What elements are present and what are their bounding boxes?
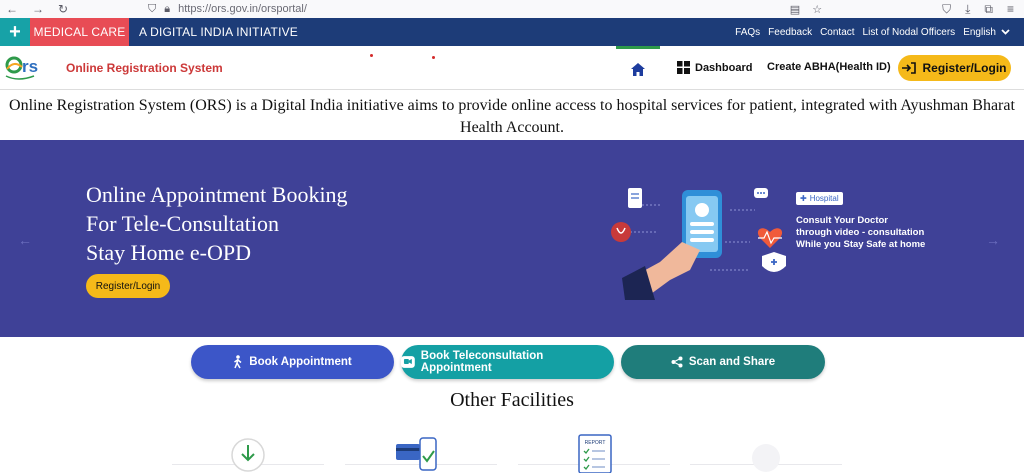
- chevron-down-icon: [1001, 29, 1010, 35]
- banner-register-button[interactable]: Register/Login: [86, 274, 170, 298]
- top-links: FAQs Feedback Contact List of Nodal Offi…: [735, 27, 1024, 38]
- consult-line-3: While you Stay Safe at home: [796, 239, 926, 250]
- banner-line-2: For Tele-Consultation: [86, 211, 279, 236]
- shield-icon: ⛉: [148, 2, 157, 15]
- scan-and-share-label: Scan and Share: [688, 356, 776, 368]
- home-icon: [631, 63, 645, 76]
- scan-and-share-button[interactable]: Scan and Share: [621, 345, 825, 379]
- card-payment-icon: [396, 437, 437, 471]
- address-bar[interactable]: ⛉ 🔒︎ https://ors.gov.in/orsportal/: [148, 3, 790, 16]
- decor-dot: [432, 56, 435, 59]
- contact-link[interactable]: Contact: [820, 27, 854, 38]
- walking-person-icon: [234, 355, 242, 369]
- nav-dashboard[interactable]: Dashboard: [677, 61, 752, 74]
- faqs-link[interactable]: FAQs: [735, 27, 760, 38]
- medical-care-tab[interactable]: MEDICAL CARE: [30, 18, 129, 46]
- nav-home[interactable]: [616, 46, 660, 90]
- forward-icon[interactable]: →: [32, 3, 44, 15]
- hospital-badge: ✚ Hospital: [796, 192, 843, 205]
- register-login-button[interactable]: Register/Login: [898, 55, 1011, 81]
- abha-label: Create ABHA(Health ID): [767, 61, 891, 73]
- video-call-icon: [401, 356, 415, 368]
- site-title: Online Registration System: [66, 61, 223, 75]
- hero-banner: ← Online Appointment Booking For Tele-Co…: [0, 140, 1024, 337]
- banner-heading: Online Appointment Booking For Tele-Cons…: [86, 180, 348, 267]
- hospital-icon: ✚: [800, 194, 807, 203]
- carousel-next-icon[interactable]: →: [986, 232, 1000, 248]
- register-login-label: Register/Login: [922, 61, 1007, 75]
- url-text[interactable]: https://ors.gov.in/orsportal/: [178, 3, 307, 15]
- language-label: English: [963, 26, 996, 38]
- svg-text:rs: rs: [22, 57, 38, 76]
- menu-icon[interactable]: ≡: [1007, 3, 1014, 15]
- plus-icon[interactable]: +: [0, 18, 30, 46]
- carousel-prev-icon[interactable]: ←: [18, 232, 32, 248]
- book-teleconsultation-button[interactable]: Book Teleconsultation Appointment: [401, 345, 614, 379]
- report-label: REPORT: [585, 440, 606, 446]
- feedback-link[interactable]: Feedback: [768, 27, 812, 38]
- download-circle-icon: [231, 438, 265, 472]
- consult-line-1: Consult Your Doctor: [796, 215, 889, 226]
- downloads-icon[interactable]: ⤓: [965, 3, 970, 15]
- banner-line-1: Online Appointment Booking: [86, 182, 348, 207]
- consult-text: Consult Your Doctor through video - cons…: [796, 215, 925, 251]
- banner-line-3: Stay Home e-OPD: [86, 240, 251, 265]
- nav-create-abha[interactable]: Create ABHA(Health ID): [767, 61, 891, 73]
- telemedicine-illustration: [611, 188, 786, 300]
- site-header: rs Online Registration System Dashboard …: [0, 46, 1024, 90]
- hospital-label: Hospital: [809, 194, 839, 203]
- dashboard-icon: [677, 61, 690, 74]
- book-appointment-label: Book Appointment: [249, 356, 352, 368]
- report-clipboard-icon: REPORT: [578, 434, 612, 473]
- book-teleconsultation-label: Book Teleconsultation Appointment: [420, 350, 544, 374]
- facility-icon-faded: [752, 444, 780, 472]
- top-strip: + MEDICAL CARE A DIGITAL INDIA INITIATIV…: [0, 18, 1024, 46]
- language-select[interactable]: English: [963, 27, 1010, 38]
- banner-consult-panel: ✚ Hospital Consult Your Doctor through v…: [796, 188, 925, 251]
- lock-icon: 🔒︎: [164, 2, 171, 15]
- share-icon: [671, 356, 683, 368]
- login-icon: [902, 62, 917, 74]
- back-icon[interactable]: ←: [6, 3, 18, 15]
- nodal-officers-link[interactable]: List of Nodal Officers: [863, 27, 956, 38]
- reload-icon[interactable]: ↻: [58, 3, 68, 15]
- dashboard-label: Dashboard: [695, 61, 753, 74]
- initiative-label: A DIGITAL INDIA INITIATIVE: [139, 25, 299, 39]
- browser-toolbar: ← → ↻ ⛉ 🔒︎ https://ors.gov.in/orsportal/…: [0, 0, 1024, 18]
- pocket-icon[interactable]: ⛉: [942, 3, 951, 15]
- ors-logo[interactable]: rs: [4, 52, 58, 84]
- extensions-icon[interactable]: ⧉: [984, 3, 993, 15]
- reader-icon[interactable]: ▤: [790, 3, 800, 16]
- decor-dot: [370, 54, 373, 57]
- bookmark-star-icon[interactable]: ☆: [812, 3, 822, 16]
- book-appointment-button[interactable]: Book Appointment: [191, 345, 394, 379]
- intro-text: Online Registration System (ORS) is a Di…: [9, 97, 1015, 136]
- consult-line-2: through video - consultation: [796, 227, 925, 238]
- other-facilities-heading: Other Facilities: [450, 389, 574, 411]
- browser-nav: ← → ↻: [0, 3, 148, 15]
